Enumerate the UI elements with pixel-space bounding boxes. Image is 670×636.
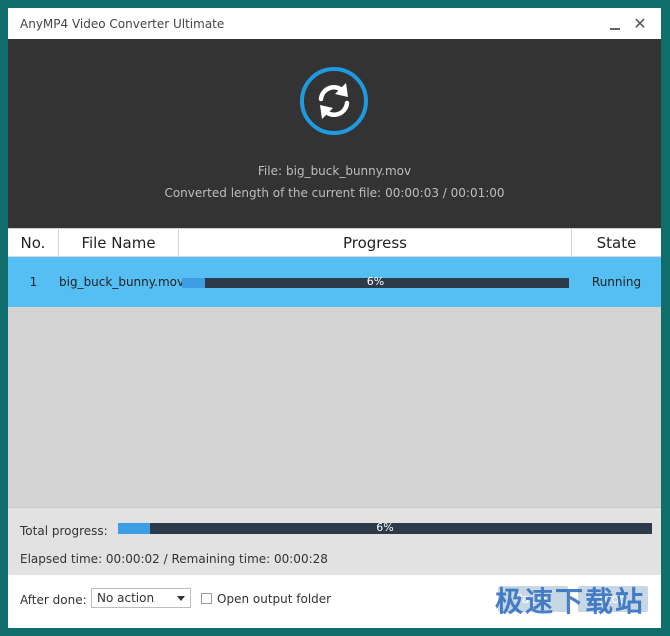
total-progress-text: 6% [376,521,394,534]
summary-panel: Total progress: 6% Elapsed time: 00:00:0… [8,507,661,575]
task-list: 1 big_buck_bunny.mov 6% Running [8,257,661,507]
converted-length-label: Converted length of the current file: [164,186,382,200]
file-name: big_buck_bunny.mov [286,164,412,178]
row-file-name: big_buck_bunny.mov [59,275,185,289]
refresh-icon [300,67,368,135]
open-output-folder-checkbox[interactable] [201,593,212,604]
converter-window: AnyMP4 Video Converter Ultimate ✕ File: b… [8,8,661,628]
row-progress-text: 6% [366,275,385,288]
minimize-button[interactable] [606,15,624,33]
header-progress[interactable]: Progress [179,229,572,257]
close-button[interactable]: ✕ [631,15,649,33]
total-progress-label: Total progress: [20,524,108,538]
chevron-down-icon [177,596,185,601]
title-bar: AnyMP4 Video Converter Ultimate ✕ [8,8,661,39]
after-done-label: After done: [20,593,87,607]
watermark-logo: 极速下载站 [495,585,646,618]
table-row[interactable]: 1 big_buck_bunny.mov 6% Running [8,257,661,307]
footer-bar: After done: No action Open output folder… [8,575,661,628]
converted-length-value: 00:00:03 / 00:01:00 [385,186,505,200]
table-header: No. File Name Progress State [8,228,661,257]
row-state: Running [591,275,642,289]
after-done-value: No action [97,591,155,605]
row-progress-bar: 6% [182,275,569,288]
open-output-folder-label[interactable]: Open output folder [217,592,331,606]
converted-length-line: Converted length of the current file: 00:… [8,186,661,200]
after-done-select[interactable]: No action [91,588,191,608]
elapsed-remaining-time: Elapsed time: 00:00:02 / Remaining time:… [20,552,328,566]
window-title: AnyMP4 Video Converter Ultimate [20,17,225,31]
file-label: File: [257,164,282,178]
header-no[interactable]: No. [8,229,59,257]
header-file-name[interactable]: File Name [59,229,179,257]
current-file-line: File: big_buck_bunny.mov [8,164,661,178]
conversion-info-panel: File: big_buck_bunny.mov Converted length… [8,39,661,228]
header-state[interactable]: State [572,229,661,257]
total-progress-bar: 6% [118,521,652,534]
row-number: 1 [29,275,38,289]
